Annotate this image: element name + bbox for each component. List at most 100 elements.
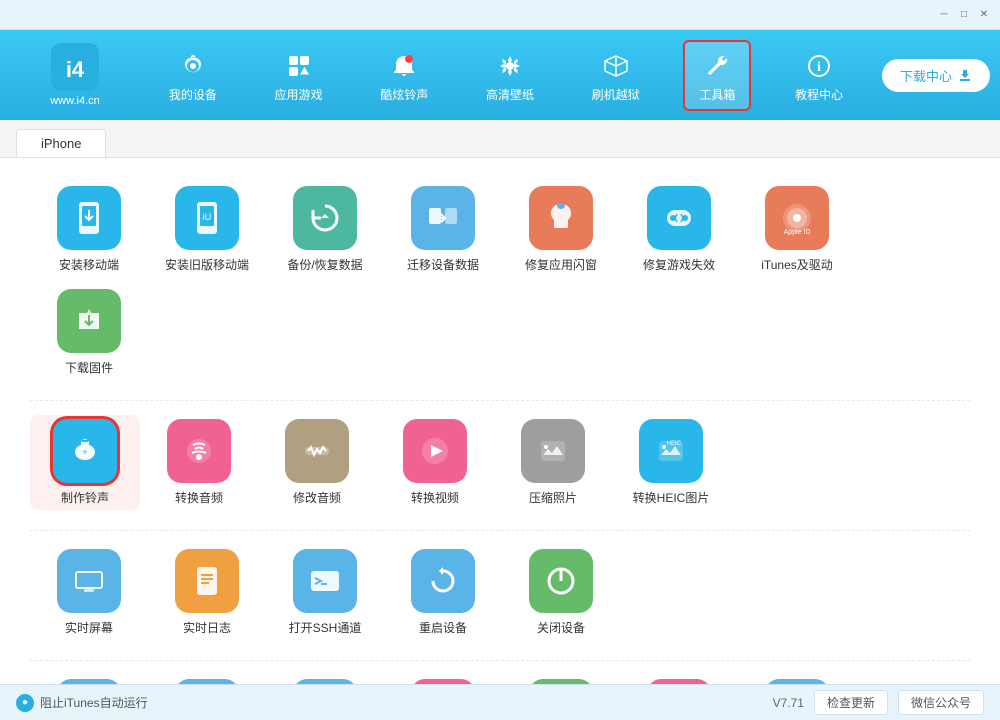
footer: ● 阻止iTunes自动运行 V7.71 检查更新 微信公众号 (0, 684, 1000, 720)
footer-right: V7.71 检查更新 微信公众号 (773, 690, 984, 715)
nav-item-ringtones[interactable]: 酷炫铃声 (366, 42, 442, 109)
realtime-log-icon (175, 549, 239, 613)
tool-item-organize-desktop[interactable]: 整理设备桌面 (152, 679, 262, 684)
nav-label-wallpapers: 高清壁纸 (486, 86, 534, 103)
nav-label-ringtones: 酷炫铃声 (380, 86, 428, 103)
check-update-button[interactable]: 检查更新 (814, 690, 888, 715)
nav-item-toolbox[interactable]: 工具箱 (683, 40, 751, 111)
backup-restore-icon (293, 186, 357, 250)
tool-item-device-functions[interactable]: 设备功能开关 (270, 679, 380, 684)
fix-app-crash-label: 修复应用闪窗 (525, 256, 597, 273)
nav-item-wallpapers[interactable]: 高清壁纸 (472, 42, 548, 109)
nav-item-jailbreak[interactable]: 刷机越狱 (578, 42, 654, 109)
nav-label-apps-games: 应用游戏 (275, 86, 323, 103)
tool-item-fix-game[interactable]: 修复游戏失效 (624, 186, 734, 273)
enter-recovery-icon (647, 679, 711, 684)
info-icon: i (801, 48, 837, 84)
realtime-log-label: 实时日志 (183, 619, 231, 636)
backup-restore-label: 备份/恢复数据 (287, 256, 362, 273)
header: i4 www.i4.cn 我的设备 (0, 30, 1000, 120)
tool-item-migrate-data[interactable]: 迁移设备数据 (388, 186, 498, 273)
tool-item-download-firmware[interactable]: 下载固件 (34, 289, 144, 376)
download-label: 下载中心 (900, 66, 952, 85)
tool-item-compress-photo[interactable]: 压缩照片 (498, 419, 608, 506)
box-icon (598, 48, 634, 84)
tool-item-install-old-app[interactable]: iU 安装旧版移动端 (152, 186, 262, 273)
shutdown-device-icon (529, 549, 593, 613)
reboot-device-label: 重启设备 (419, 619, 467, 636)
svg-text:i: i (817, 60, 821, 75)
version-label: V7.71 (773, 696, 804, 710)
main-content: 安装移动端iU安装旧版移动端备份/恢复数据迁移设备数据修复应用闪窗修复游戏失效A… (0, 158, 1000, 684)
tool-item-reboot-device[interactable]: 重启设备 (388, 549, 498, 636)
svg-text:HEIC: HEIC (667, 441, 682, 447)
footer-left: ● 阻止iTunes自动运行 (16, 694, 148, 712)
tool-item-convert-audio[interactable]: 转换音频 (144, 419, 254, 506)
tool-item-clean-junk[interactable]: 清理设备垃圾 (742, 679, 852, 684)
svg-text:Apple ID: Apple ID (784, 229, 811, 236)
edit-audio-icon (285, 419, 349, 483)
tool-item-fix-app-crash[interactable]: 修复应用闪窗 (506, 186, 616, 273)
convert-video-label: 转换视频 (411, 489, 459, 506)
minimize-button[interactable]: ─ (936, 7, 952, 23)
nav-items: 我的设备 应用游戏 酷炫铃声 (140, 40, 872, 111)
erase-all-data-icon (529, 679, 593, 684)
install-old-app-label: 安装旧版移动端 (165, 256, 249, 273)
svg-text:i4: i4 (66, 57, 85, 82)
nav-item-apps-games[interactable]: 应用游戏 (261, 42, 337, 109)
iphone-tab[interactable]: iPhone (16, 129, 106, 157)
install-app-label: 安装移动端 (59, 256, 119, 273)
tool-item-realtime-screen[interactable]: 实时屏幕 (34, 549, 144, 636)
block-ios-update-icon (57, 679, 121, 684)
tool-item-install-app[interactable]: 安装移动端 (34, 186, 144, 273)
logo-url: www.i4.cn (50, 95, 100, 107)
migrate-data-icon (411, 186, 475, 250)
open-ssh-label: 打开SSH通道 (289, 619, 362, 636)
logo-area: i4 www.i4.cn (10, 43, 140, 107)
tabbar: iPhone (0, 120, 1000, 158)
tool-item-itunes-driver[interactable]: Apple ID iTunes及驱动 (742, 186, 852, 273)
clean-junk-icon (765, 679, 829, 684)
edit-audio-label: 修改音频 (293, 489, 341, 506)
nav-item-tutorials[interactable]: i 教程中心 (781, 42, 857, 109)
nav-item-my-device[interactable]: 我的设备 (155, 42, 231, 109)
compress-photo-label: 压缩照片 (529, 489, 577, 506)
tool-item-enter-recovery[interactable]: 进入恢复模式 (624, 679, 734, 684)
tool-item-erase-all-data[interactable]: 抹除所有数据 (506, 679, 616, 684)
download-center-button[interactable]: 下载中心 (882, 59, 990, 92)
tool-item-convert-heic[interactable]: HEIC转换HEIC图片 (616, 419, 726, 506)
tool-item-edit-audio[interactable]: 修改音频 (262, 419, 372, 506)
tool-row-2: 实时屏幕实时日志 打开SSH通道 重启设备 关闭设备 (30, 541, 970, 661)
logo-icon: i4 (51, 43, 99, 91)
apple-icon (175, 48, 211, 84)
tool-item-realtime-log[interactable]: 实时日志 (152, 549, 262, 636)
install-app-icon (57, 186, 121, 250)
tool-item-backup-restore[interactable]: 备份/恢复数据 (270, 186, 380, 273)
tool-item-make-ringtone[interactable]: +制作铃声 (30, 415, 140, 510)
compress-photo-icon (521, 419, 585, 483)
convert-video-icon (403, 419, 467, 483)
reboot-device-icon (411, 549, 475, 613)
wechat-button[interactable]: 微信公众号 (898, 690, 984, 715)
itunes-driver-label: iTunes及驱动 (761, 256, 833, 273)
itunes-driver-icon: Apple ID (765, 186, 829, 250)
convert-heic-icon: HEIC (639, 419, 703, 483)
tool-item-shutdown-device[interactable]: 关闭设备 (506, 549, 616, 636)
delete-stubborn-icon-icon (411, 679, 475, 684)
tool-item-delete-stubborn-icon[interactable]: 删除顽固图标 (388, 679, 498, 684)
tool-row-0: 安装移动端iU安装旧版移动端备份/恢复数据迁移设备数据修复应用闪窗修复游戏失效A… (30, 178, 970, 401)
maximize-button[interactable]: □ (956, 7, 972, 23)
convert-audio-label: 转换音频 (175, 489, 223, 506)
close-button[interactable]: ✕ (976, 7, 992, 23)
bell-icon (386, 48, 422, 84)
svg-text:iU: iU (203, 212, 212, 222)
tool-item-convert-video[interactable]: 转换视频 (380, 419, 490, 506)
tool-item-open-ssh[interactable]: 打开SSH通道 (270, 549, 380, 636)
nav-label-toolbox: 工具箱 (699, 86, 735, 103)
fix-app-crash-icon (529, 186, 593, 250)
tool-item-block-ios-update[interactable]: 屏蔽iOS更新 (34, 679, 144, 684)
shutdown-device-label: 关闭设备 (537, 619, 585, 636)
nav-label-tutorials: 教程中心 (795, 86, 843, 103)
tool-row-3: 屏蔽iOS更新 整理设备桌面 设备功能开关 删除顽固图标 抹除所有数据 进入恢复模式 清理设… (30, 671, 970, 684)
organize-desktop-icon (175, 679, 239, 684)
